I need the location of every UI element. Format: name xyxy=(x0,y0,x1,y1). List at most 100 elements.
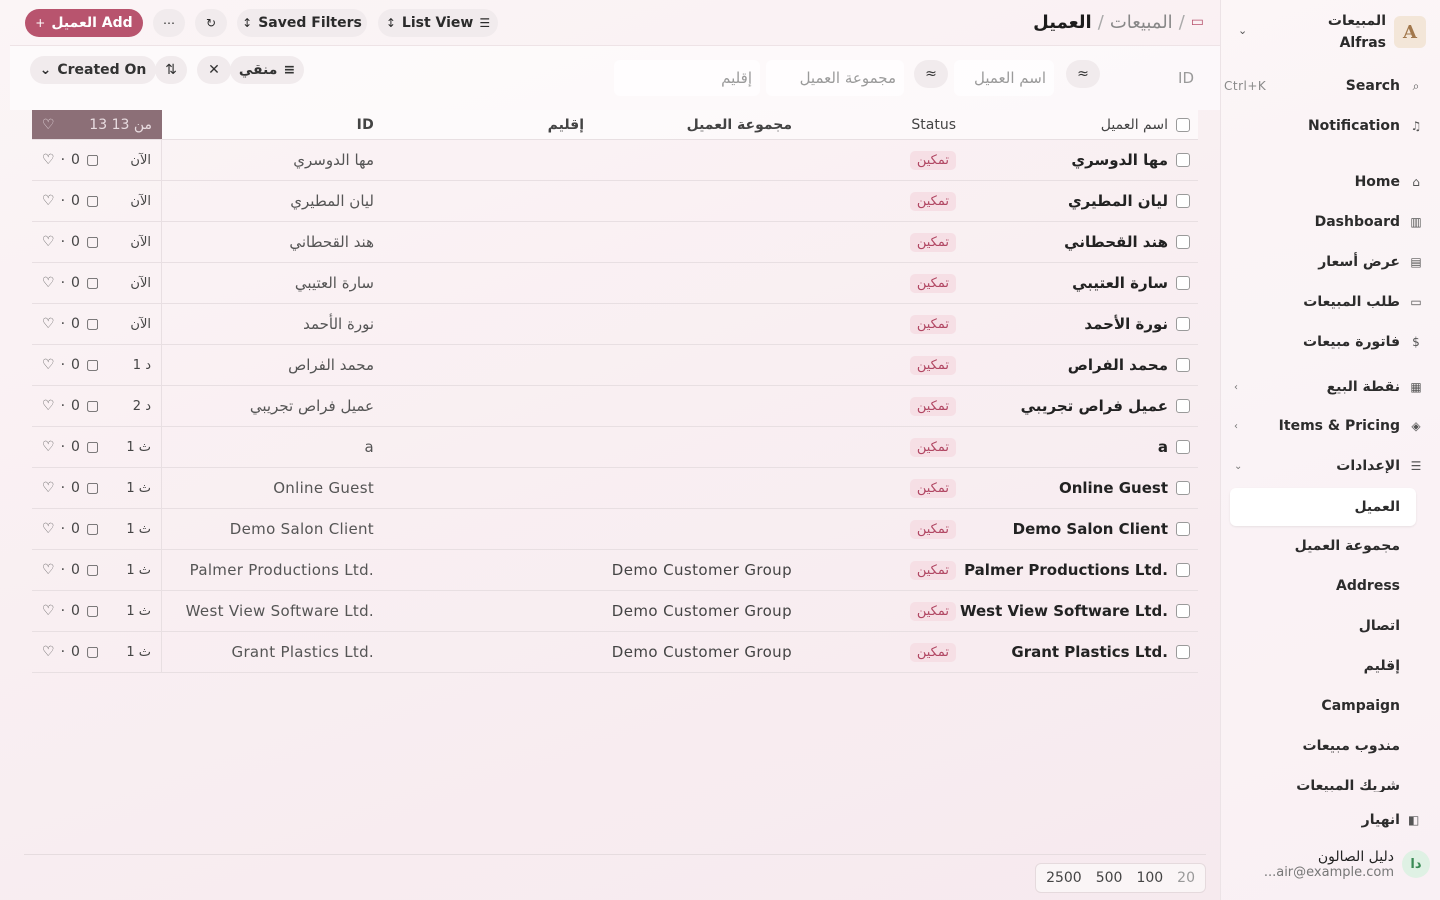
row-checkbox[interactable] xyxy=(1176,345,1190,385)
heart-icon[interactable]: ♡ xyxy=(42,117,55,133)
heart-icon[interactable]: ♡ xyxy=(42,439,55,455)
filter-button[interactable]: منقي ≡ xyxy=(230,56,304,84)
customer-name-cell[interactable]: سارة العتيبي xyxy=(968,263,1168,303)
row-checkbox[interactable] xyxy=(1176,181,1190,221)
customer-name-cell[interactable]: Grant Plastics Ltd. xyxy=(968,632,1168,672)
workspace-switcher[interactable]: ⌄ المبيعات Alfras A xyxy=(1230,10,1426,54)
customer-name-cell[interactable]: ليان المطيري xyxy=(968,181,1168,221)
heart-icon[interactable]: ♡ xyxy=(42,193,55,209)
territory-filter-input[interactable]: إقليم xyxy=(614,60,760,96)
sidebar-subitem-customer-group[interactable]: مجموعة العميل xyxy=(1230,532,1400,560)
table-row[interactable]: عميل فراص تجريبي تمكين عميل فراص تجريبي ♡ · 0… xyxy=(32,386,1198,427)
comment-icon[interactable]: ▢ xyxy=(86,644,99,660)
comment-icon[interactable]: ▢ xyxy=(86,562,99,578)
table-row[interactable]: نورة الأحمد تمكين نورة الأحمد ♡ · 0 ▢ الآن xyxy=(32,304,1198,345)
table-row[interactable]: a تمكين a ♡ · 0 ▢ 1 ث xyxy=(32,427,1198,468)
table-row[interactable]: مها الدوسري تمكين مها الدوسري ♡ · 0 ▢ الآن xyxy=(32,140,1198,181)
saved-filters-button[interactable]: ↕ Saved Filters xyxy=(237,9,367,37)
sidebar-subitem-sales-partner[interactable]: شريك المبيعات xyxy=(1230,778,1400,792)
sidebar-item-sales-order[interactable]: طلب المبيعات ▭ xyxy=(1228,288,1424,316)
user-menu[interactable]: دليل الصالون ...air@example.com دا xyxy=(1230,842,1430,886)
page-size-option[interactable]: 500 xyxy=(1090,866,1129,890)
customer-name-filter-operator[interactable]: ≈ xyxy=(914,60,948,88)
sidebar-item-sales-invoice[interactable]: فاتورة مبيعات $ xyxy=(1228,328,1424,356)
table-row[interactable]: Demo Salon Client تمكين Demo Salon Client ♡… xyxy=(32,509,1198,550)
sidebar-subitem-territory[interactable]: إقليم xyxy=(1230,652,1400,680)
heart-icon[interactable]: ♡ xyxy=(42,316,55,332)
customer-name-filter-input[interactable]: اسم العميل xyxy=(954,60,1054,96)
id-filter-operator[interactable]: ≈ xyxy=(1066,60,1100,88)
heart-icon[interactable]: ♡ xyxy=(42,275,55,291)
sidebar-item-settings[interactable]: ⌄ الإعدادات ☰ xyxy=(1228,452,1424,480)
sidebar-item-home[interactable]: Home ⌂ xyxy=(1228,168,1424,196)
column-header-territory[interactable]: إقليم xyxy=(464,110,584,139)
sidebar-item-items-pricing[interactable]: ‹ Items & Pricing ◈ xyxy=(1228,412,1424,440)
heart-icon[interactable]: ♡ xyxy=(42,357,55,373)
heart-icon[interactable]: ♡ xyxy=(42,152,55,168)
comment-icon[interactable]: ▢ xyxy=(86,316,99,332)
row-checkbox[interactable] xyxy=(1176,140,1190,180)
heart-icon[interactable]: ♡ xyxy=(42,521,55,537)
clear-filter-button[interactable]: ✕ xyxy=(197,56,231,84)
row-checkbox[interactable] xyxy=(1176,427,1190,467)
column-header-status[interactable]: Status xyxy=(836,110,956,139)
row-checkbox[interactable] xyxy=(1176,304,1190,344)
customer-name-cell[interactable]: نورة الأحمد xyxy=(968,304,1168,344)
sidebar-subitem-campaign[interactable]: Campaign xyxy=(1230,692,1400,720)
sidebar-subitem-customer[interactable]: العميل xyxy=(1230,488,1416,526)
comment-icon[interactable]: ▢ xyxy=(86,357,99,373)
list-view-button[interactable]: ↕ List View ☰ xyxy=(378,9,498,37)
comment-icon[interactable]: ▢ xyxy=(86,234,99,250)
more-actions-button[interactable]: ⋯ xyxy=(153,9,185,37)
sidebar-item-dashboard[interactable]: Dashboard ▥ xyxy=(1228,208,1424,236)
customer-name-cell[interactable]: محمد الفراص xyxy=(968,345,1168,385)
row-checkbox[interactable] xyxy=(1176,632,1190,672)
row-checkbox[interactable] xyxy=(1176,509,1190,549)
table-row[interactable]: West View Software Ltd. تمكين Demo Custome… xyxy=(32,591,1198,632)
page-size-option[interactable]: 2500 xyxy=(1040,866,1088,890)
column-header-name[interactable]: اسم العميل xyxy=(968,110,1168,139)
breadcrumb-parent[interactable]: المبيعات xyxy=(1110,12,1173,33)
column-header-id[interactable]: ID xyxy=(154,110,374,139)
row-checkbox[interactable] xyxy=(1176,591,1190,631)
customer-name-cell[interactable]: Online Guest xyxy=(968,468,1168,508)
comment-icon[interactable]: ▢ xyxy=(86,193,99,209)
customer-name-cell[interactable]: مها الدوسري xyxy=(968,140,1168,180)
heart-icon[interactable]: ♡ xyxy=(42,480,55,496)
customer-name-cell[interactable]: هند القحطاني xyxy=(968,222,1168,262)
sidebar-notification[interactable]: Notification ♫ xyxy=(1228,112,1424,140)
heart-icon[interactable]: ♡ xyxy=(42,562,55,578)
table-row[interactable]: سارة العتيبي تمكين سارة العتيبي ♡ · 0 ▢ الآن xyxy=(32,263,1198,304)
table-row[interactable]: ليان المطيري تمكين ليان المطيري ♡ · 0 ▢ الآن xyxy=(32,181,1198,222)
add-customer-button[interactable]: + العميل Add xyxy=(25,9,143,37)
id-filter-input[interactable]: ID xyxy=(1102,60,1202,96)
column-header-group[interactable]: مجموعة العميل xyxy=(552,110,792,139)
comment-icon[interactable]: ▢ xyxy=(86,603,99,619)
sidebar-item-pos[interactable]: ‹ نقطة البيع ▦ xyxy=(1228,373,1424,401)
table-row[interactable]: Online Guest تمكين Online Guest ♡ · 0 ▢ 1 ث xyxy=(32,468,1198,509)
heart-icon[interactable]: ♡ xyxy=(42,644,55,660)
row-checkbox[interactable] xyxy=(1176,263,1190,303)
comment-icon[interactable]: ▢ xyxy=(86,398,99,414)
table-row[interactable]: محمد الفراص تمكين محمد الفراص ♡ · 0 ▢ 1 د xyxy=(32,345,1198,386)
customer-name-cell[interactable]: Demo Salon Client xyxy=(968,509,1168,549)
heart-icon[interactable]: ♡ xyxy=(42,398,55,414)
customer-name-cell[interactable]: Palmer Productions Ltd. xyxy=(964,550,1168,590)
comment-icon[interactable]: ▢ xyxy=(86,480,99,496)
sidebar-subitem-contact[interactable]: اتصال xyxy=(1230,612,1400,640)
sidebar-item-quotation[interactable]: عرض أسعار ▤ xyxy=(1228,248,1424,276)
customer-group-filter-input[interactable]: مجموعة العميل xyxy=(766,60,904,96)
sidebar-subitem-address[interactable]: Address xyxy=(1230,572,1400,600)
monitor-icon[interactable]: ▭ xyxy=(1191,14,1204,30)
customer-name-cell[interactable]: عميل فراص تجريبي xyxy=(968,386,1168,426)
heart-icon[interactable]: ♡ xyxy=(42,234,55,250)
table-row[interactable]: Grant Plastics Ltd. تمكين Demo Customer Gr… xyxy=(32,632,1198,673)
heart-icon[interactable]: ♡ xyxy=(42,603,55,619)
table-row[interactable]: هند القحطاني تمكين هند القحطاني ♡ · 0 ▢ الآن xyxy=(32,222,1198,263)
refresh-button[interactable]: ↻ xyxy=(195,9,227,37)
row-checkbox[interactable] xyxy=(1176,386,1190,426)
row-checkbox[interactable] xyxy=(1176,468,1190,508)
sidebar-subitem-sales-person[interactable]: مندوب مبيعات xyxy=(1230,732,1400,760)
customer-name-cell[interactable]: a xyxy=(968,427,1168,467)
table-row[interactable]: Palmer Productions Ltd. تمكين Demo Custome… xyxy=(32,550,1198,591)
